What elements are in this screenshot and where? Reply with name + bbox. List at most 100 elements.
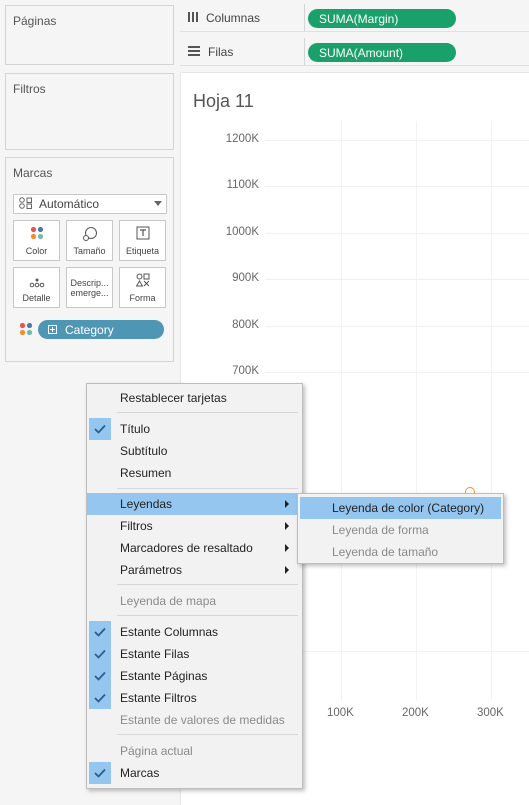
menu-item-map-legend: Leyenda de mapa [87,590,302,612]
menu-item-columns-shelf[interactable]: Estante Columnas [87,621,302,643]
context-menu: Restablecer tarjetas Título Subtítulo Re… [86,383,303,789]
menu-item-marks[interactable]: Marcas [87,762,302,784]
text-label-icon [136,226,150,242]
menu-label: Leyendas [120,497,173,511]
menu-label: Estante de valores de medidas [120,713,285,727]
mark-type-dropdown[interactable]: Automático [13,194,167,214]
menu-item-pages-shelf[interactable]: Estante Páginas [87,665,302,687]
rows-shelf: Filas SUMA(Amount) [180,38,529,66]
menu-label: Restablecer tarjetas [120,391,227,405]
check-icon [89,762,111,784]
color-field-icon [19,322,33,339]
submenu-item-color-legend[interactable]: Leyenda de color (Category) [300,497,501,519]
x-tick-label: 200K [402,707,429,719]
expand-icon[interactable] [48,325,57,334]
rows-label-text: Filas [208,45,234,59]
menu-label: Página actual [120,744,193,758]
tooltip-label-line1: Descrip... [70,277,109,288]
submenu-arrow-icon [285,544,289,552]
amount-pill[interactable]: SUMA(Amount) [308,43,456,62]
submenu-arrow-icon [285,500,289,508]
menu-item-measure-values-shelf: Estante de valores de medidas [87,709,302,731]
menu-item-parameters[interactable]: Parámetros [87,559,302,581]
category-field-label: Category [65,322,114,337]
menu-item-legends[interactable]: Leyendas [87,493,302,515]
gridline [265,372,529,373]
check-icon [89,665,111,687]
menu-item-reset-cards[interactable]: Restablecer tarjetas [87,387,302,409]
menu-divider [117,412,298,413]
y-tick-label: 1100K [226,179,259,191]
mark-type-label: Automático [39,197,100,211]
rows-shelf-label: Filas [188,45,233,59]
detail-icon [29,278,45,290]
submenu-label: Leyenda de forma [332,523,429,537]
marks-card-title: Marcas [13,166,53,180]
color-icon [30,226,44,242]
gridline [265,140,529,141]
marks-card: Marcas Automático Color Tamaño Etiqueta [5,157,174,362]
submenu-item-size-legend: Leyenda de tamaño [300,541,501,563]
menu-label: Filtros [120,519,153,533]
y-tick-label: 1000K [225,226,259,238]
x-tick-label: 100K [327,707,354,719]
menu-label: Estante Filas [120,647,190,661]
tooltip-label-line2: emerge... [70,287,109,298]
menu-item-rows-shelf[interactable]: Estante Filas [87,643,302,665]
menu-item-highlighters[interactable]: Marcadores de resaltado [87,537,302,559]
check-icon [89,643,111,665]
y-tick-label: 1200K [225,133,259,145]
menu-label: Estante Columnas [120,625,219,639]
margin-pill[interactable]: SUMA(Margin) [308,9,456,28]
columns-label-text: Columnas [206,11,261,25]
submenu-label: Leyenda de color (Category) [332,501,485,515]
pages-card[interactable]: Páginas [5,5,174,65]
check-icon [89,687,111,709]
filters-card-title: Filtros [13,82,46,96]
gridline [265,651,529,652]
color-button[interactable]: Color [13,220,60,261]
filters-card[interactable]: Filtros [5,73,174,150]
shape-button[interactable]: Forma [119,267,166,308]
gridline [265,279,529,280]
menu-item-title[interactable]: Título [87,418,302,440]
sheet-title[interactable]: Hoja 11 [193,91,254,112]
y-tick-label: 900K [232,272,259,284]
menu-item-summary[interactable]: Resumen [87,462,302,484]
gridline [265,326,529,327]
x-tick-label: 300K [477,707,504,719]
menu-label: Título [120,422,151,436]
shape-icon [135,273,150,289]
category-field-pill[interactable]: Category [38,320,164,339]
gridline [491,121,492,701]
gridline [416,121,417,701]
check-icon [89,621,111,643]
menu-label: Marcas [120,766,160,780]
menu-item-filters[interactable]: Filtros [87,515,302,537]
menu-divider [117,615,298,616]
size-button[interactable]: Tamaño [66,220,113,261]
gridline [341,121,342,701]
rows-icon [188,45,200,59]
legends-submenu: Leyenda de color (Category) Leyenda de f… [297,493,504,564]
y-tick-label: 700K [232,365,259,377]
submenu-label: Leyenda de tamaño [332,545,439,559]
color-label: Color [25,246,48,256]
submenu-item-shape-legend: Leyenda de forma [300,519,501,541]
label-label: Etiqueta [125,246,160,256]
columns-shelf-label: Columnas [188,11,260,25]
menu-item-filters-shelf[interactable]: Estante Filtros [87,687,302,709]
tooltip-button[interactable]: Descrip... emerge... [66,267,113,308]
shape-label: Forma [129,293,156,303]
menu-label: Estante Filtros [120,691,197,705]
label-button[interactable]: Etiqueta [119,220,166,261]
detail-button[interactable]: Detalle [13,267,60,308]
menu-item-subtitle[interactable]: Subtítulo [87,440,302,462]
menu-label: Marcadores de resaltado [120,541,253,555]
menu-label: Resumen [120,466,172,480]
menu-divider [117,488,298,489]
columns-icon [188,11,198,25]
pages-card-title: Páginas [13,14,57,28]
menu-label: Estante Páginas [120,669,208,683]
submenu-arrow-icon [285,522,289,530]
